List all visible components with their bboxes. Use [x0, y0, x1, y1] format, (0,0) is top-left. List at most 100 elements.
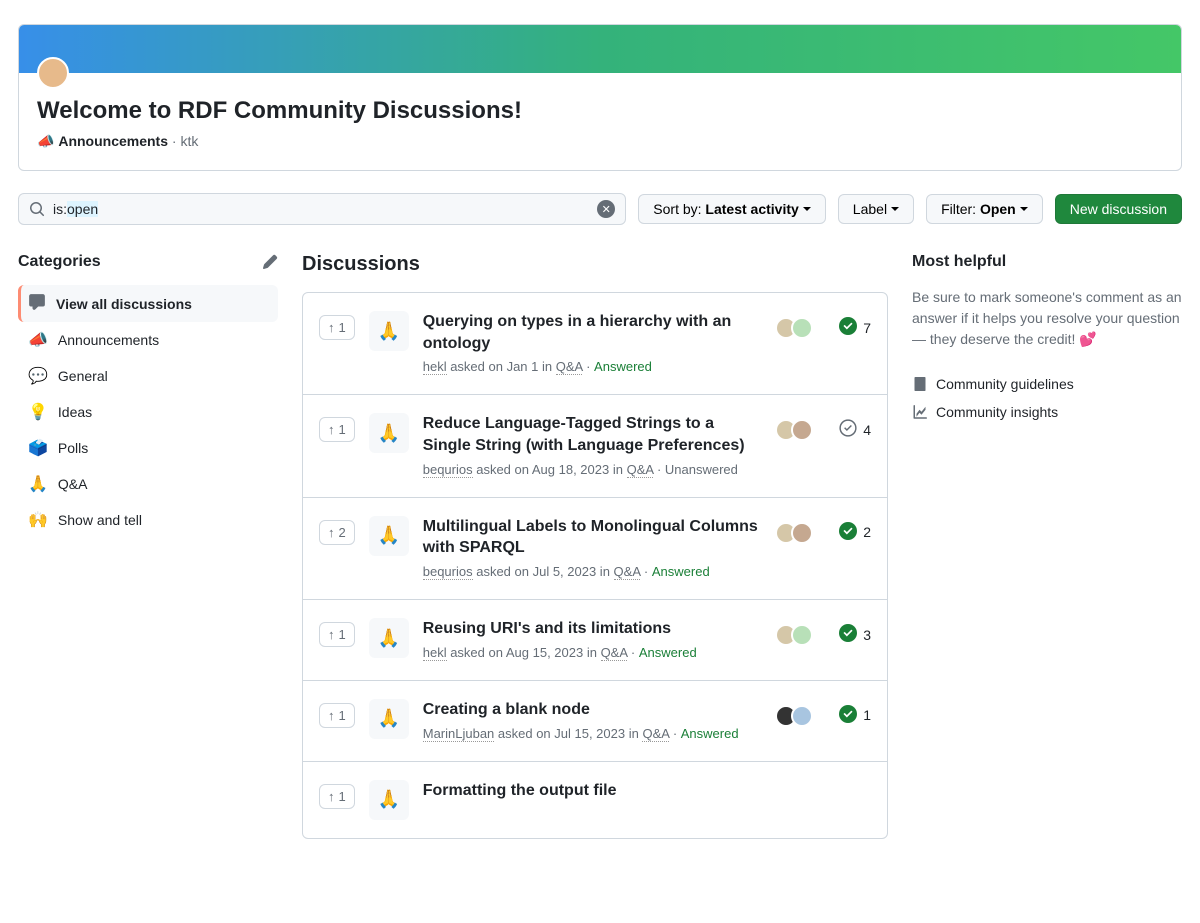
- author-link[interactable]: bequrios: [423, 462, 473, 478]
- avatar[interactable]: [791, 705, 813, 727]
- participant-avatars: [775, 419, 813, 441]
- category-emoji-icon: 🙏: [369, 311, 409, 351]
- category-emoji-icon: 🙏: [369, 413, 409, 453]
- arrow-up-icon: ↑: [328, 708, 335, 723]
- sort-button[interactable]: Sort by: Latest activity: [638, 194, 826, 224]
- arrow-up-icon: ↑: [328, 789, 335, 804]
- megaphone-icon: 📣: [37, 133, 54, 149]
- author-link[interactable]: MarinLjuban: [423, 726, 495, 742]
- discussion-row: ↑1 🙏 Formatting the output file: [303, 761, 887, 838]
- category-link[interactable]: Q&A: [614, 564, 641, 580]
- upvote-button[interactable]: ↑1: [319, 784, 355, 809]
- filter-button[interactable]: Filter: Open: [926, 194, 1043, 224]
- chevron-down-icon: [803, 207, 811, 215]
- category-emoji-icon: 🙏: [369, 699, 409, 739]
- discussion-row: ↑1 🙏 Querying on types in a hierarchy wi…: [303, 293, 887, 394]
- author-link[interactable]: hekl: [423, 359, 447, 375]
- comment-count[interactable]: 2: [827, 522, 871, 543]
- participant-avatars: [775, 522, 813, 544]
- category-label: Ideas: [58, 404, 92, 420]
- avatar[interactable]: [791, 624, 813, 646]
- category-link[interactable]: Q&A: [642, 726, 669, 742]
- category-label: Polls: [58, 440, 88, 456]
- discussion-title[interactable]: Querying on types in a hierarchy with an…: [423, 311, 761, 354]
- banner-meta: 📣 Announcements · ktk: [37, 133, 1163, 150]
- upvote-button[interactable]: ↑2: [319, 520, 355, 545]
- avatar[interactable]: [791, 317, 813, 339]
- discussion-meta: hekl asked on Aug 15, 2023 in Q&A · Answ…: [423, 644, 761, 662]
- discussion-title[interactable]: Creating a blank node: [423, 699, 761, 721]
- sidebar-link[interactable]: Community guidelines: [912, 370, 1182, 398]
- status-badge: Answered: [594, 359, 652, 374]
- sidebar-link[interactable]: Community insights: [912, 398, 1182, 426]
- participant-avatars: [775, 317, 813, 339]
- status-badge: Answered: [639, 645, 697, 660]
- new-discussion-button[interactable]: New discussion: [1055, 194, 1182, 224]
- category-link[interactable]: Q&A: [627, 462, 654, 478]
- category-icon: 🗳️: [28, 438, 48, 458]
- category-item[interactable]: 💡Ideas: [18, 394, 278, 430]
- banner-category[interactable]: Announcements: [58, 133, 168, 149]
- label-button[interactable]: Label: [838, 194, 914, 224]
- pinned-banner: Welcome to RDF Community Discussions! 📣 …: [18, 24, 1182, 171]
- banner-author[interactable]: ktk: [180, 133, 198, 149]
- category-icon: 🙌: [28, 510, 48, 530]
- search-input[interactable]: is:open ✕: [18, 193, 626, 225]
- discussion-title[interactable]: Reusing URI's and its limitations: [423, 618, 761, 640]
- edit-icon[interactable]: [262, 254, 278, 270]
- category-item[interactable]: 💬General: [18, 358, 278, 394]
- categories-sidebar: Categories View all discussions 📣 Announce…: [18, 253, 278, 538]
- discussion-meta: hekl asked on Jan 1 in Q&A · Answered: [423, 358, 761, 376]
- category-emoji-icon: 🙏: [369, 780, 409, 820]
- arrow-up-icon: ↑: [328, 627, 335, 642]
- graph-icon: [912, 404, 928, 420]
- discussion-row: ↑2 🙏 Multilingual Labels to Monolingual …: [303, 497, 887, 599]
- avatar[interactable]: [37, 57, 69, 89]
- discussions-heading: Discussions: [302, 253, 888, 276]
- comment-count[interactable]: 3: [827, 624, 871, 645]
- category-link[interactable]: Q&A: [556, 359, 583, 375]
- categories-heading: Categories: [18, 253, 101, 271]
- category-emoji-icon: 🙏: [369, 618, 409, 658]
- search-text: is:open: [53, 201, 597, 217]
- status-badge: Answered: [681, 726, 739, 741]
- discussions-column: Discussions ↑1 🙏 Querying on types in a …: [302, 253, 888, 839]
- category-label: Announcements: [58, 332, 159, 348]
- upvote-button[interactable]: ↑1: [319, 703, 355, 728]
- comment-count[interactable]: 1: [827, 705, 871, 726]
- banner-gradient: [19, 25, 1181, 73]
- discussion-title[interactable]: Multilingual Labels to Monolingual Colum…: [423, 516, 761, 559]
- category-label: General: [58, 368, 108, 384]
- upvote-button[interactable]: ↑1: [319, 417, 355, 442]
- clear-search-icon[interactable]: ✕: [597, 200, 615, 218]
- category-item[interactable]: View all discussions: [18, 285, 278, 322]
- arrow-up-icon: ↑: [328, 525, 335, 540]
- status-badge: Unanswered: [665, 462, 738, 477]
- check-icon: [839, 522, 857, 543]
- avatar[interactable]: [791, 522, 813, 544]
- discussion-row: ↑1 🙏 Creating a blank node MarinLjuban a…: [303, 680, 887, 761]
- category-item[interactable]: 🙌Show and tell: [18, 502, 278, 538]
- comment-count[interactable]: 7: [827, 317, 871, 338]
- check-icon: [839, 317, 857, 338]
- category-icon: 📣: [28, 330, 48, 350]
- discussion-title[interactable]: Reduce Language-Tagged Strings to a Sing…: [423, 413, 761, 456]
- category-link[interactable]: Q&A: [601, 645, 628, 661]
- upvote-button[interactable]: ↑1: [319, 622, 355, 647]
- check-icon: [839, 705, 857, 726]
- category-icon: 🙏: [28, 474, 48, 494]
- comment-count[interactable]: 4: [827, 419, 871, 440]
- discussion-title[interactable]: Formatting the output file: [423, 780, 871, 802]
- participant-avatars: [775, 624, 813, 646]
- author-link[interactable]: hekl: [423, 645, 447, 661]
- info-sidebar: Most helpful Be sure to mark someone's c…: [912, 253, 1182, 426]
- upvote-button[interactable]: ↑1: [319, 315, 355, 340]
- banner-title[interactable]: Welcome to RDF Community Discussions!: [37, 97, 1163, 125]
- category-item[interactable]: 🙏Q&A: [18, 466, 278, 502]
- category-emoji-icon: 🙏: [369, 516, 409, 556]
- discussion-row: ↑1 🙏 Reduce Language-Tagged Strings to a…: [303, 394, 887, 496]
- author-link[interactable]: bequrios: [423, 564, 473, 580]
- category-item[interactable]: 🗳️ Polls: [18, 430, 278, 466]
- avatar[interactable]: [791, 419, 813, 441]
- category-item[interactable]: 📣 Announcements: [18, 322, 278, 358]
